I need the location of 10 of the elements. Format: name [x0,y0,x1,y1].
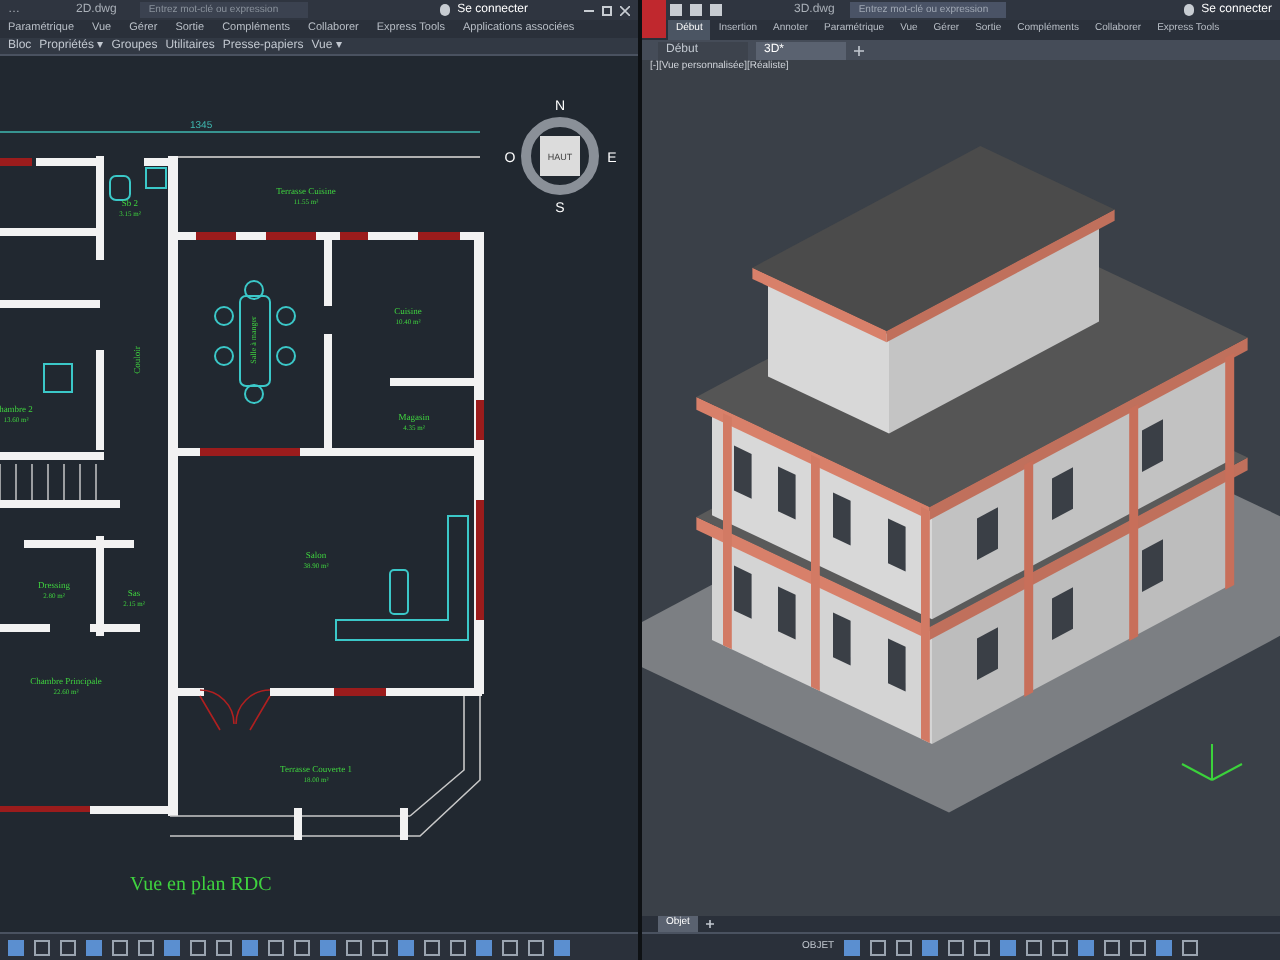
minimize-icon[interactable] [584,9,594,11]
add-tab-icon[interactable] [854,45,864,55]
user-icon [439,4,450,16]
user-icon [1183,4,1194,16]
add-tab-icon[interactable] [705,920,714,928]
ucs-axes-icon [1181,743,1243,781]
plan-title: Vue en plan RDC [130,874,272,896]
close-icon[interactable] [620,5,630,15]
compass-ring-drawing[interactable] [521,117,599,195]
maximize-icon[interactable] [602,5,612,15]
